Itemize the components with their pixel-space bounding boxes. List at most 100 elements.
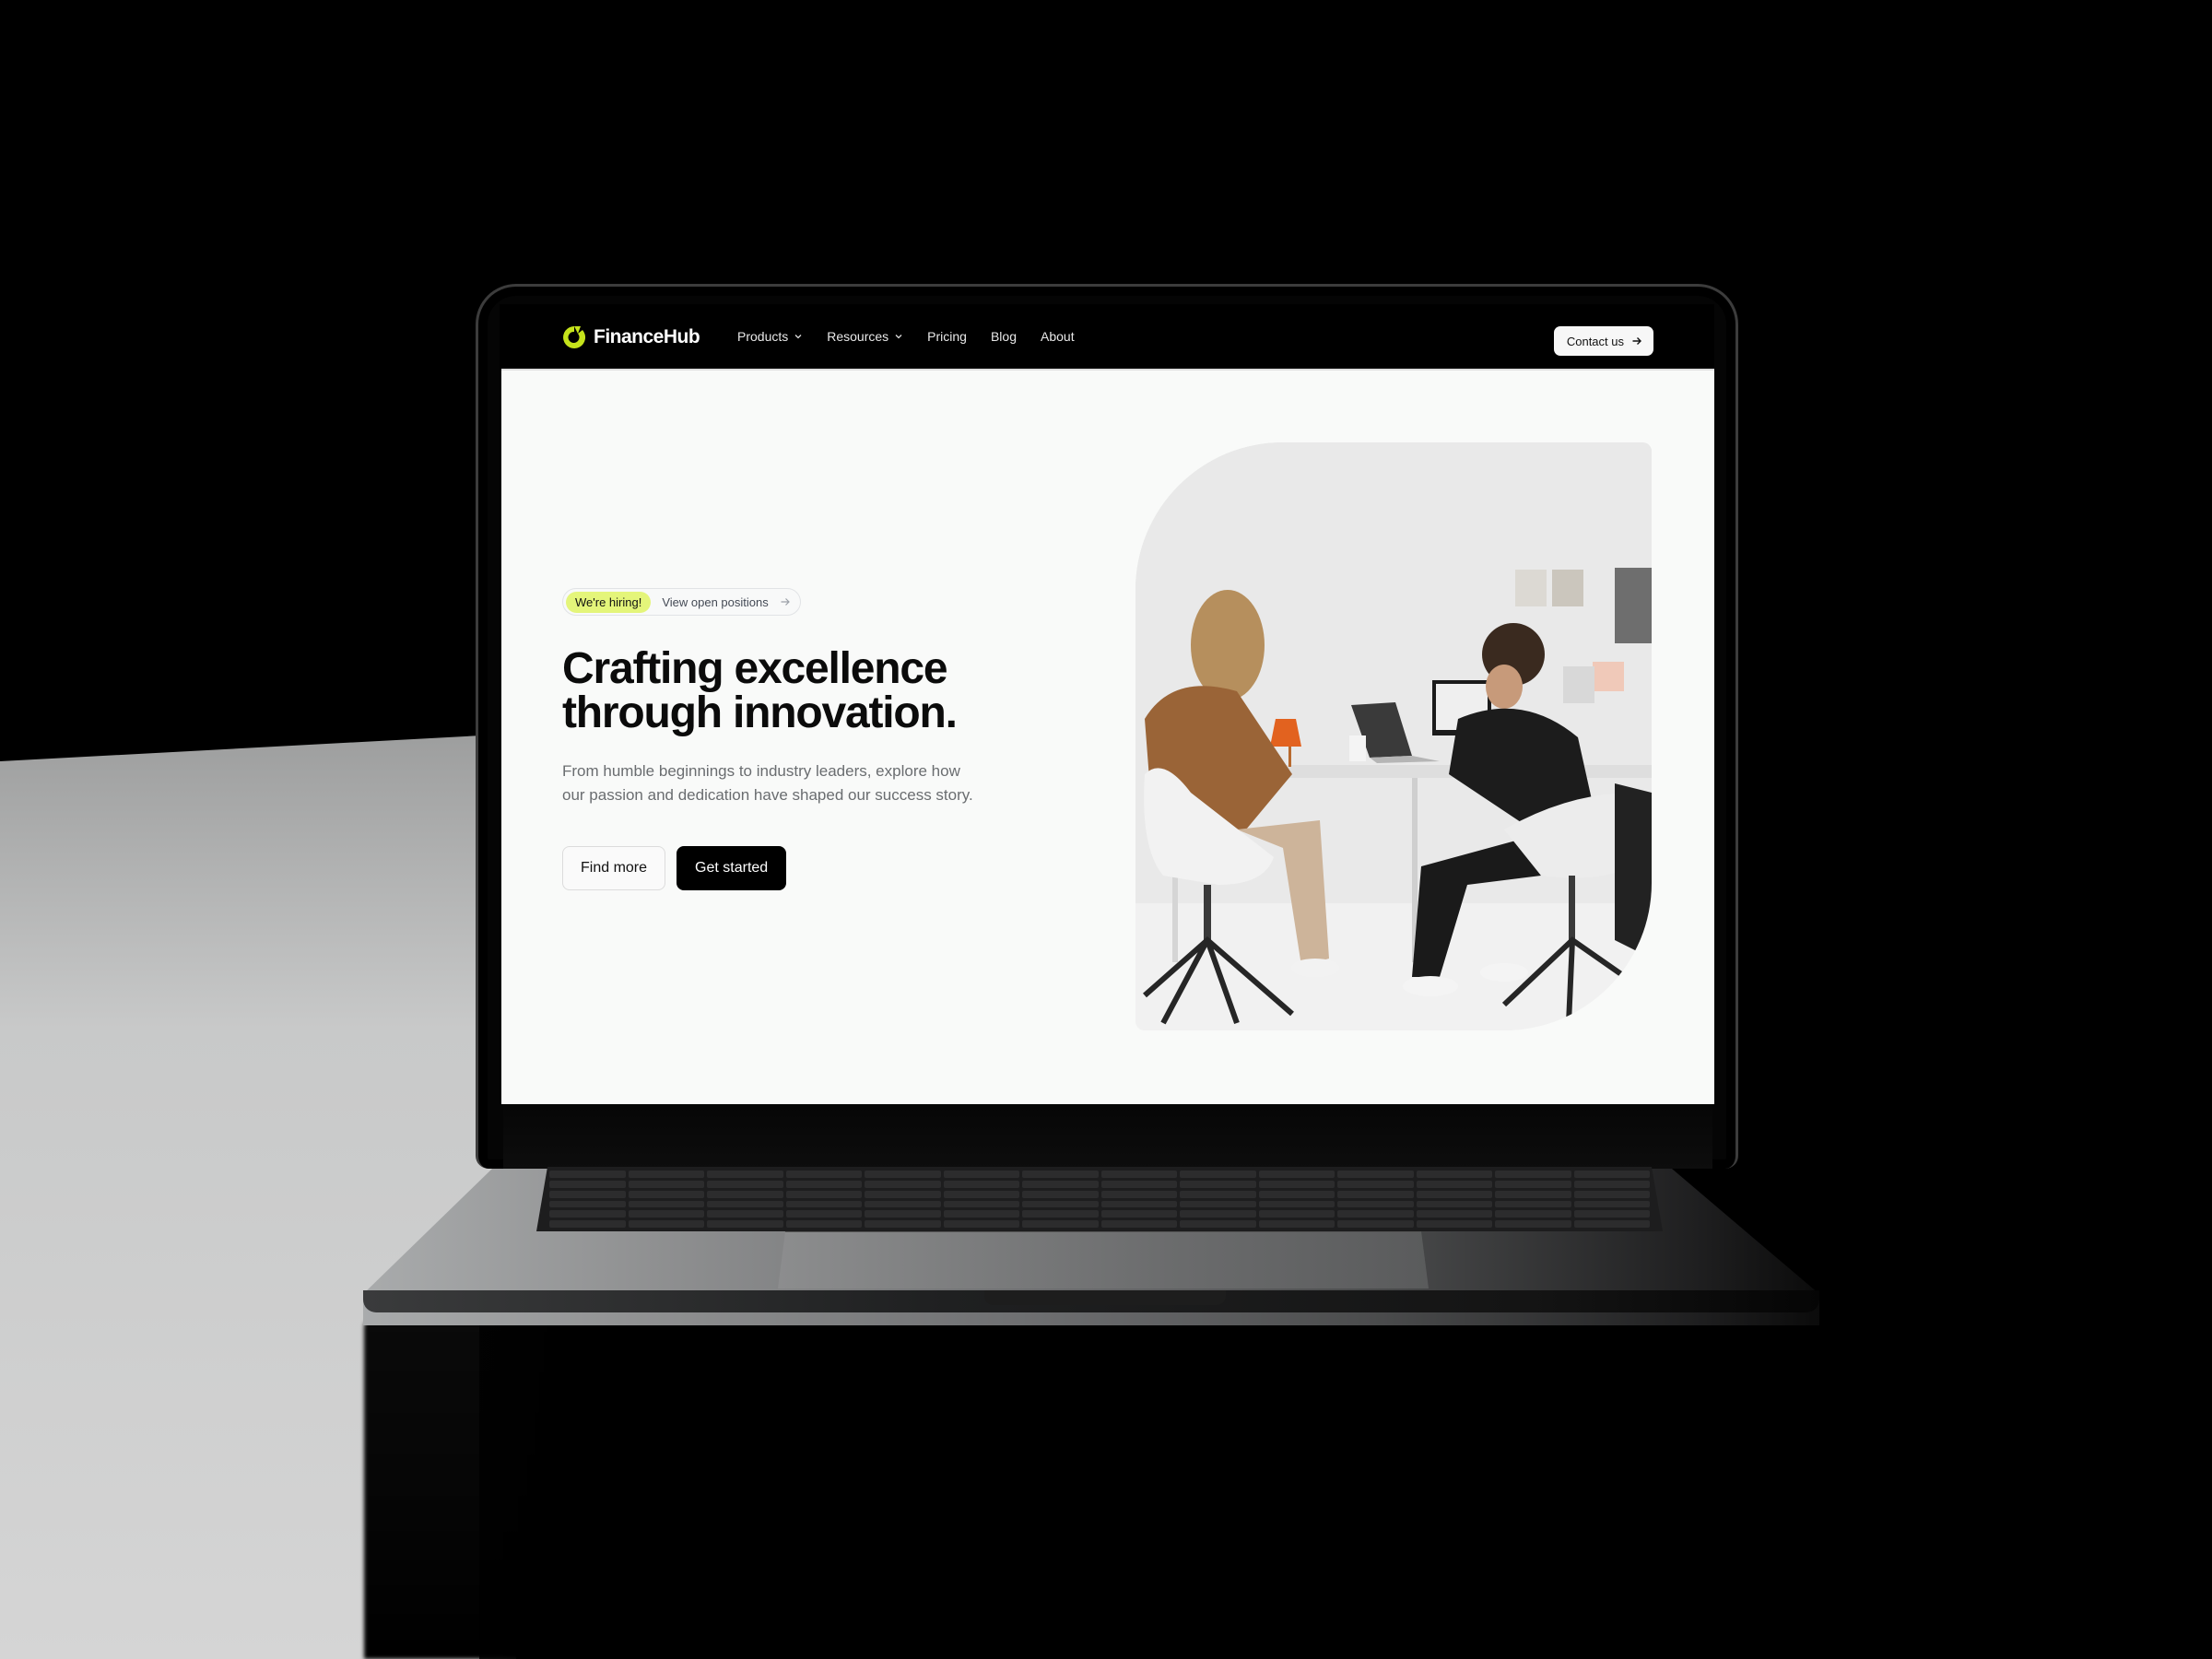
keyboard-key: [1022, 1190, 1099, 1198]
arrow-right-icon: [1632, 337, 1641, 345]
keyboard-key: [1416, 1180, 1492, 1188]
keyboard-key: [785, 1180, 862, 1188]
keyboard-key: [1573, 1190, 1650, 1198]
keyboard-key: [1022, 1210, 1099, 1218]
keyboard-key: [1573, 1220, 1650, 1228]
keyboard-key: [943, 1210, 1019, 1218]
hero-title-line-1: Crafting excellence: [562, 644, 948, 693]
brand-name: FinanceHub: [594, 326, 700, 347]
keyboard-key: [707, 1180, 783, 1188]
laptop-mockup-scene: FinanceHub Products Resources Pricing Bl…: [0, 0, 2212, 1659]
chevron-down-icon: [895, 335, 902, 339]
keyboard-key: [785, 1200, 862, 1208]
keyboard-key: [707, 1220, 783, 1228]
laptop-keyboard: [536, 1167, 1663, 1231]
nav-item-pricing[interactable]: Pricing: [927, 329, 967, 344]
hero-image: [1135, 442, 1652, 1030]
keyboard-key: [1180, 1210, 1256, 1218]
hiring-announcement[interactable]: We're hiring! View open positions: [562, 588, 801, 616]
nav-item-about[interactable]: About: [1041, 329, 1075, 344]
keyboard-key: [1022, 1171, 1099, 1178]
laptop-screen: FinanceHub Products Resources Pricing Bl…: [500, 304, 1714, 1104]
view-positions-link[interactable]: View open positions: [662, 595, 768, 609]
contact-us-label: Contact us: [1566, 334, 1624, 348]
nav-links: Products Resources Pricing Blog About: [737, 304, 1075, 369]
keyboard-key: [1258, 1220, 1335, 1228]
find-more-button[interactable]: Find more: [562, 846, 666, 890]
laptop-trackpad: [778, 1231, 1429, 1288]
contact-us-button[interactable]: Contact us: [1553, 326, 1653, 356]
nav-item-label: Blog: [990, 329, 1017, 344]
brand-logo-link[interactable]: FinanceHub: [560, 324, 700, 351]
keyboard-key: [1022, 1220, 1099, 1228]
nav-item-blog[interactable]: Blog: [991, 329, 1017, 344]
keyboard-key: [1416, 1220, 1492, 1228]
keyboard-key: [1573, 1210, 1650, 1218]
keyboard-key: [1100, 1190, 1177, 1198]
nav-item-label: Resources: [827, 329, 889, 344]
keyboard-key: [1100, 1220, 1177, 1228]
laptop-hinge: [503, 1104, 1712, 1169]
nav-item-label: Pricing: [927, 329, 967, 344]
hero-subtitle-line-1: From humble beginnings to industry leade…: [562, 762, 960, 780]
keyboard-key: [1100, 1200, 1177, 1208]
keyboard-key: [1180, 1190, 1256, 1198]
keyboard-key: [1022, 1200, 1099, 1208]
keyboard-key: [1495, 1220, 1571, 1228]
keyboard-key: [943, 1180, 1019, 1188]
arrow-right-icon: [781, 598, 790, 606]
keyboard-key: [628, 1220, 704, 1228]
hiring-badge: We're hiring!: [566, 591, 652, 613]
keyboard-key: [865, 1180, 941, 1188]
keyboard-key: [549, 1180, 626, 1188]
get-started-button[interactable]: Get started: [677, 846, 787, 890]
keyboard-key: [707, 1190, 783, 1198]
top-navbar: FinanceHub Products Resources Pricing Bl…: [500, 304, 1714, 369]
keyboard-key: [1495, 1210, 1571, 1218]
keyboard-key: [943, 1190, 1019, 1198]
keyboard-key: [1258, 1180, 1335, 1188]
keyboard-key: [1180, 1171, 1256, 1178]
keyboard-key: [943, 1171, 1019, 1178]
nav-item-label: About: [1041, 329, 1075, 344]
keyboard-key: [1416, 1171, 1492, 1178]
keyboard-key: [1100, 1171, 1177, 1178]
keyboard-key: [707, 1200, 783, 1208]
keyboard-key: [1495, 1190, 1571, 1198]
keyboard-key: [1180, 1220, 1256, 1228]
hero-subtitle: From humble beginnings to industry leade…: [562, 759, 1041, 807]
keyboard-key: [1573, 1171, 1650, 1178]
hero-section: We're hiring! View open positions Crafti…: [501, 369, 1714, 1104]
chevron-down-icon: [794, 335, 802, 339]
keyboard-key: [1495, 1180, 1571, 1188]
keyboard-key: [549, 1190, 626, 1198]
hero-title: Crafting excellence through innovation.: [562, 647, 1041, 735]
keyboard-key: [549, 1220, 626, 1228]
keyboard-key: [1100, 1180, 1177, 1188]
keyboard-key: [785, 1210, 862, 1218]
keyboard-key: [1180, 1200, 1256, 1208]
nav-item-products[interactable]: Products: [737, 329, 803, 344]
keyboard-key: [1258, 1171, 1335, 1178]
keyboard-key: [1258, 1190, 1335, 1198]
keyboard-key: [1573, 1200, 1650, 1208]
keyboard-key: [785, 1220, 862, 1228]
keyboard-key: [1337, 1171, 1414, 1178]
keyboard-key: [1495, 1171, 1571, 1178]
keyboard-key: [865, 1200, 941, 1208]
keyboard-key: [1258, 1210, 1335, 1218]
laptop-lid-notch: [984, 1290, 1226, 1305]
keyboard-key: [1337, 1180, 1414, 1188]
keyboard-key: [1337, 1200, 1414, 1208]
keyboard-key: [628, 1210, 704, 1218]
hero-subtitle-line-2: our passion and dedication have shaped o…: [562, 786, 973, 804]
keyboard-key: [943, 1200, 1019, 1208]
keyboard-key: [865, 1171, 941, 1178]
keyboard-key: [1100, 1210, 1177, 1218]
keyboard-key: [1416, 1210, 1492, 1218]
nav-item-resources[interactable]: Resources: [827, 329, 903, 344]
keyboard-key: [865, 1190, 941, 1198]
keyboard-key: [549, 1200, 626, 1208]
keyboard-key: [628, 1180, 704, 1188]
keyboard-key: [549, 1171, 626, 1178]
